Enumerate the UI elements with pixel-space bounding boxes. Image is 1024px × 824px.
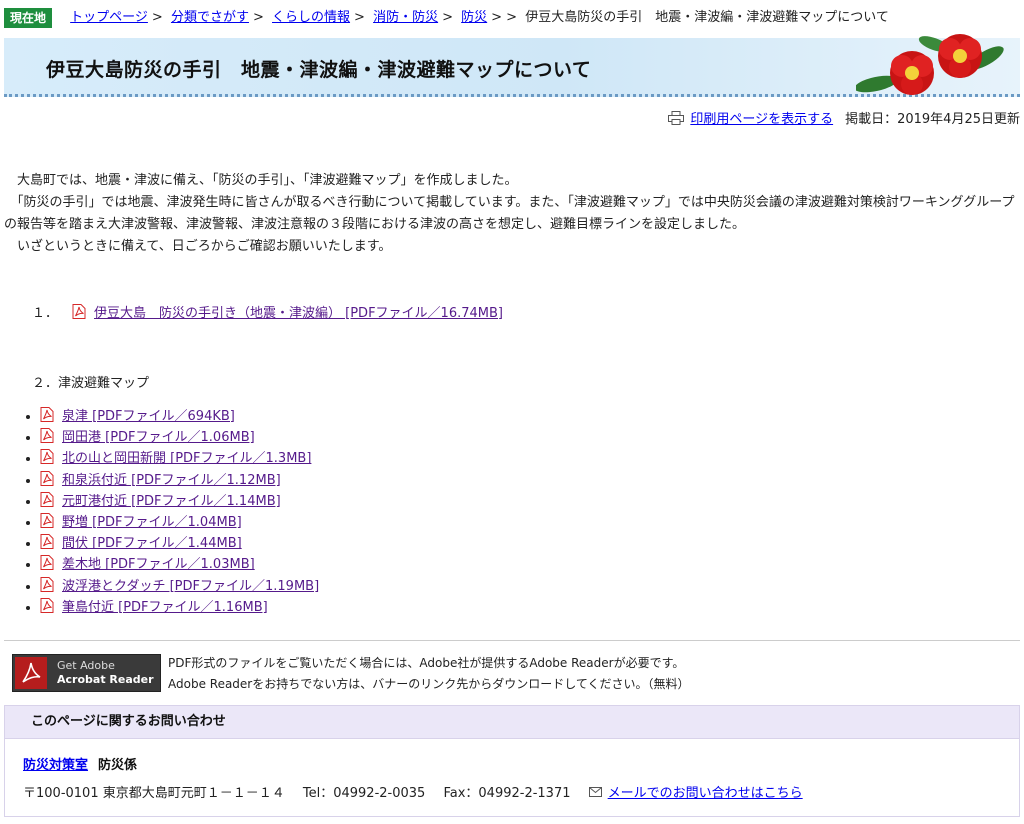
intro-paragraph: いざというときに備えて、日ごろからご確認お願いいたします。 — [4, 239, 392, 254]
map-pdf-link[interactable]: 間伏 [PDFファイル／1.44MB] — [62, 536, 242, 551]
phone-number: Tel：04992-2-0035 — [302, 786, 426, 801]
postal-address: 〒100-0101 東京都大島町元町１－１－１４ — [23, 786, 285, 801]
adobe-notice-line: PDF形式のファイルをご覧いただく場合には、Adobe社が提供するAdobe R… — [168, 656, 685, 670]
printer-icon — [668, 111, 685, 125]
breadcrumb-link-top[interactable]: トップページ — [70, 10, 148, 25]
get-adobe-reader-banner[interactable]: Get Adobe Acrobat Reader — [12, 654, 161, 692]
adobe-notice-line: Adobe Readerをお持ちでない方は、バナーのリンク先からダウンロードして… — [168, 677, 690, 691]
breadcrumb-link-category[interactable]: 分類でさがす — [171, 10, 249, 25]
pdf-icon — [40, 449, 54, 465]
list-item: 差木地 [PDFファイル／1.03MB] — [40, 554, 319, 575]
contact-address-row: 〒100-0101 東京都大島町元町１－１－１４ Tel：04992-2-003… — [23, 782, 803, 801]
map-pdf-link[interactable]: 野増 [PDFファイル／1.04MB] — [62, 515, 242, 530]
pdf-icon — [72, 304, 86, 319]
list-item: 元町港付近 [PDFファイル／1.14MB] — [40, 491, 319, 512]
handbook-pdf-link[interactable]: 伊豆大島 防災の手引き（地震・津波編） [PDFファイル／16.74MB] — [94, 306, 503, 321]
map-pdf-link[interactable]: 差木地 [PDFファイル／1.03MB] — [62, 557, 255, 572]
list-item: 泉津 [PDFファイル／694KB] — [40, 406, 319, 427]
department-link[interactable]: 防災対策室 — [23, 758, 88, 773]
divider — [4, 640, 1020, 641]
list-item: 間伏 [PDFファイル／1.44MB] — [40, 533, 319, 554]
tsunami-map-heading: ２．津波避難マップ — [32, 376, 150, 391]
intro-paragraph: 大島町では、地震・津波に備え、「防災の手引」、「津波避難マップ」を作成しました。 — [4, 173, 518, 188]
pdf-icon — [40, 555, 54, 571]
pdf-icon — [40, 470, 54, 486]
current-location-tag: 現在地 — [4, 8, 53, 28]
pdf-icon — [40, 597, 54, 613]
contact-heading: このページに関するお問い合わせ — [5, 706, 1019, 739]
breadcrumb-separator: > > — [491, 10, 518, 25]
map-pdf-link[interactable]: 北の山と岡田新開 [PDFファイル／1.3MB] — [62, 451, 311, 466]
pdf-icon — [40, 407, 54, 422]
contact-box: このページに関するお問い合わせ 防災対策室 防災係 〒100-0101 東京都大島… — [4, 705, 1020, 817]
camellia-flower-icon — [856, 34, 1004, 95]
breadcrumb: 現在地 トップページ > 分類でさがす > くらしの情報 > 消防・防災 > 防災 > >… — [4, 8, 1020, 30]
list-item: 岡田港 [PDFファイル／1.06MB] — [40, 427, 319, 448]
breadcrumb-separator: > — [151, 10, 163, 25]
title-banner: 伊豆大島防災の手引 地震・津波編・津波避難マップについて — [4, 34, 1020, 97]
department-section: 防災係 — [98, 758, 138, 773]
map-pdf-link[interactable]: 泉津 [PDFファイル／694KB] — [62, 409, 235, 424]
handbook-item: １． 伊豆大島 防災の手引き（地震・津波編） [PDFファイル／16.74MB] — [32, 302, 503, 321]
breadcrumb-link-life[interactable]: くらしの情報 — [272, 10, 350, 25]
published-date: 掲載日：2019年4月25日更新 — [845, 112, 1020, 127]
list-item: 筆島付近 [PDFファイル／1.16MB] — [40, 597, 319, 618]
fax-number: Fax：04992-2-1371 — [443, 786, 571, 801]
adobe-notice: PDF形式のファイルをご覧いただく場合には、Adobe社が提供するAdobe R… — [168, 653, 690, 695]
contact-department: 防災対策室 防災係 — [23, 754, 137, 773]
breadcrumb-separator: > — [252, 10, 264, 25]
intro-paragraph: 「防災の手引」では地震、津波発生時に皆さんが取るべき行動について掲載しています。… — [4, 195, 1015, 232]
adobe-banner-line2: Acrobat Reader — [57, 673, 154, 686]
map-pdf-link[interactable]: 波浮港とクダッチ [PDFファイル／1.19MB] — [62, 579, 319, 594]
list-item: 野増 [PDFファイル／1.04MB] — [40, 512, 319, 533]
print-page-link[interactable]: 印刷用ページを表示する — [690, 112, 833, 127]
breadcrumb-link-disaster[interactable]: 防災 — [461, 10, 487, 25]
page-title: 伊豆大島防災の手引 地震・津波編・津波避難マップについて — [46, 59, 592, 81]
list-item: 波浮港とクダッチ [PDFファイル／1.19MB] — [40, 576, 319, 597]
adobe-logo-icon — [15, 657, 47, 689]
mail-icon — [588, 787, 602, 797]
map-pdf-link[interactable]: 岡田港 [PDFファイル／1.06MB] — [62, 430, 255, 445]
breadcrumb-link-fire[interactable]: 消防・防災 — [373, 10, 438, 25]
pdf-icon — [40, 534, 54, 550]
pdf-icon — [40, 576, 54, 592]
breadcrumb-current: 伊豆大島防災の手引 地震・津波編・津波避難マップについて — [525, 10, 889, 25]
tsunami-map-list: 泉津 [PDFファイル／694KB] 岡田港 [PDFファイル／1.06MB] … — [0, 406, 319, 618]
map-pdf-link[interactable]: 筆島付近 [PDFファイル／1.16MB] — [62, 600, 268, 615]
map-pdf-link[interactable]: 和泉浜付近 [PDFファイル／1.12MB] — [62, 473, 281, 488]
item-number: １． — [32, 306, 59, 321]
pdf-icon — [40, 428, 54, 444]
breadcrumb-separator: > — [442, 10, 453, 25]
pdf-icon — [40, 491, 54, 507]
mail-contact-link[interactable]: メールでのお問い合わせはこちら — [608, 786, 803, 801]
list-item: 北の山と岡田新開 [PDFファイル／1.3MB] — [40, 448, 319, 469]
print-row: 印刷用ページを表示する 掲載日：2019年4月25日更新 — [668, 108, 1020, 127]
map-pdf-link[interactable]: 元町港付近 [PDFファイル／1.14MB] — [62, 494, 281, 509]
breadcrumb-separator: > — [354, 10, 365, 25]
list-item: 和泉浜付近 [PDFファイル／1.12MB] — [40, 470, 319, 491]
pdf-icon — [40, 513, 54, 529]
intro-text: 大島町では、地震・津波に備え、「防災の手引」、「津波避難マップ」を作成しました。… — [4, 170, 1020, 258]
adobe-banner-line1: Get Adobe — [57, 659, 115, 672]
